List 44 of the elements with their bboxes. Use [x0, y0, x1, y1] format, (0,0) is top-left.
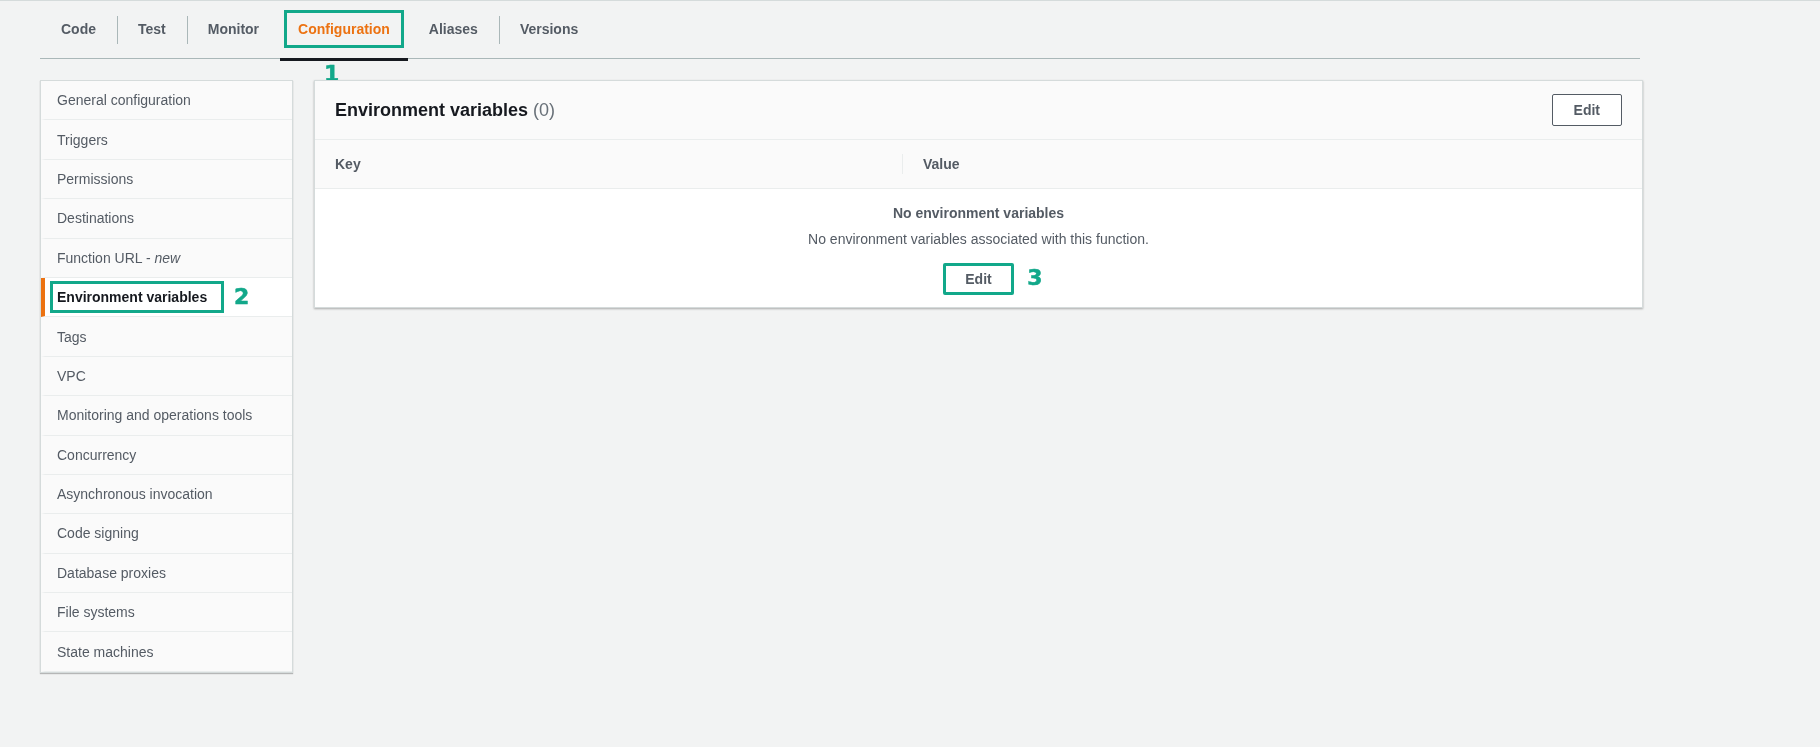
sidebar-link[interactable]: General configuration: [50, 84, 198, 117]
empty-message: No environment variables associated with this function.: [808, 231, 1149, 247]
sidebar-link[interactable]: State machines: [50, 635, 161, 668]
sidebar-item[interactable]: General configuration: [41, 81, 292, 121]
sidebar-item[interactable]: VPC: [41, 356, 292, 397]
sidebar-item[interactable]: Tags: [41, 317, 292, 357]
sidebar-link[interactable]: Permissions: [50, 162, 141, 195]
sidebar-item[interactable]: Asynchronous invocation: [41, 474, 292, 515]
sidebar-item[interactable]: Triggers: [41, 120, 292, 160]
sidebar-item[interactable]: Concurrency: [41, 435, 292, 475]
sidebar-link[interactable]: Monitoring and operations tools: [50, 399, 260, 432]
sidebar-item[interactable]: Permissions: [41, 159, 292, 200]
sidebar-item[interactable]: Database proxies: [41, 553, 292, 594]
sidebar-link[interactable]: Asynchronous invocation: [50, 478, 220, 511]
sidebar-link[interactable]: Database proxies: [50, 556, 173, 589]
empty-title: No environment variables: [892, 205, 1065, 221]
panel-title: Environment variables (0): [335, 99, 556, 121]
column-header: Value: [923, 156, 960, 172]
sidebar-link[interactable]: Code signing: [50, 517, 146, 550]
sidebar-item[interactable]: State machines: [41, 632, 292, 672]
tab[interactable]: Versions: [502, 10, 596, 48]
sidebar-item[interactable]: Code signing: [41, 514, 292, 554]
sidebar-link[interactable]: File systems: [50, 596, 142, 629]
sidebar-item[interactable]: Monitoring and operations tools: [41, 396, 292, 436]
sidebar-link[interactable]: Environment variables: [50, 281, 225, 314]
edit-button[interactable]: Edit: [943, 263, 1014, 295]
sidebar-link[interactable]: Destinations: [50, 202, 142, 235]
sidebar-item[interactable]: Destinations: [41, 199, 292, 239]
sidebar-link[interactable]: Function URL - new: [50, 241, 188, 274]
callout-number: 2: [234, 283, 250, 309]
sidebar-item[interactable]: Environment variables 2: [41, 277, 292, 318]
tab[interactable]: Test: [121, 10, 183, 48]
sidebar-item[interactable]: File systems: [41, 593, 292, 633]
sidebar-link[interactable]: Tags: [50, 320, 94, 353]
callout-number: 3: [1027, 265, 1043, 290]
sidebar-link[interactable]: VPC: [50, 359, 93, 392]
sidebar-item[interactable]: Function URL - new: [41, 238, 292, 278]
edit-button[interactable]: Edit: [1551, 94, 1622, 126]
sidebar-link[interactable]: Concurrency: [50, 438, 144, 471]
tab[interactable]: Code: [44, 10, 113, 48]
sidebar-link[interactable]: Triggers: [50, 123, 115, 156]
column-header: Key: [335, 156, 361, 172]
tab[interactable]: Aliases: [411, 10, 495, 48]
tab[interactable]: Monitor: [190, 10, 277, 48]
